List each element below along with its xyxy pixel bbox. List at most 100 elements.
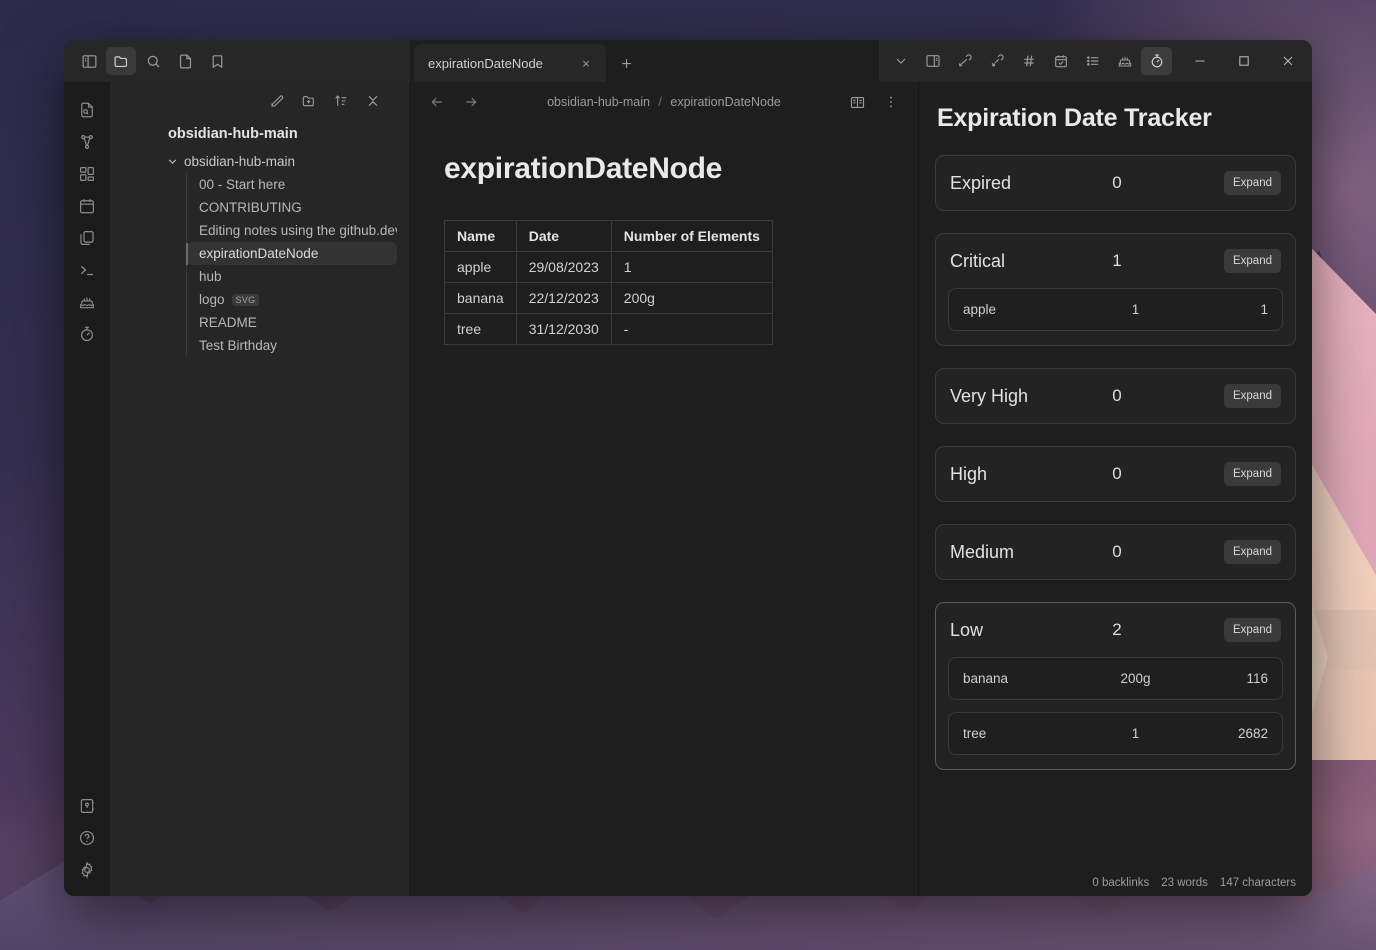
status-backlinks[interactable]: 0 backlinks — [1092, 877, 1149, 889]
terminal-icon[interactable] — [71, 254, 103, 286]
new-tab-button[interactable] — [612, 48, 640, 78]
link-incoming-icon[interactable] — [949, 47, 980, 75]
sort-order-icon[interactable] — [327, 88, 355, 114]
birthday-cake-icon[interactable] — [71, 286, 103, 318]
markdown-table: Name Date Number of Elements apple 29/08/20… — [444, 220, 773, 345]
window-body: obsidian-hub-main obsidian-hub-main 00 -… — [64, 82, 1312, 896]
collapse-all-icon[interactable] — [359, 88, 387, 114]
search-icon[interactable] — [138, 47, 168, 75]
window-controls — [1178, 40, 1310, 82]
table-cell: 29/08/2023 — [515, 251, 612, 283]
book-open-icon[interactable] — [844, 89, 870, 115]
tracker-group-count: 1 — [1112, 251, 1122, 270]
new-folder-icon[interactable] — [295, 88, 323, 114]
status-words: 23 words — [1161, 877, 1208, 889]
editor-pane: obsidian-hub-main / expirationDateNode e… — [410, 82, 919, 896]
tracker-group-list: Expired 0 Expand Critical 1 Expand apple 1 1 Very… — [935, 155, 1296, 770]
file-extension-badge: SVG — [231, 293, 260, 306]
breadcrumb-root[interactable]: obsidian-hub-main — [547, 95, 650, 109]
tracker-item-middle: 200g — [1120, 671, 1151, 686]
expand-button[interactable]: Expand — [1223, 249, 1281, 273]
arrow-right-icon[interactable] — [458, 89, 484, 115]
tracker-group-card: High 0 Expand — [935, 446, 1296, 502]
close-button[interactable] — [1266, 40, 1310, 82]
new-note-icon[interactable] — [263, 88, 291, 114]
chevron-down-icon[interactable] — [885, 47, 916, 75]
timer-icon[interactable] — [1141, 47, 1172, 75]
tree-file-item[interactable]: README — [187, 311, 397, 334]
tracker-group-label: Low — [950, 619, 984, 640]
table-cell: 200g — [610, 282, 773, 314]
tree-file-item[interactable]: expirationDateNode — [187, 242, 397, 265]
tree-file-item[interactable]: Editing notes using the github.dev ed… — [187, 219, 397, 242]
arrow-left-icon[interactable] — [424, 89, 450, 115]
tracker-group-header: Expired 0 Expand — [936, 156, 1295, 210]
tracker-item-row[interactable]: banana 200g 116 — [948, 657, 1283, 700]
breadcrumb-separator: / — [658, 95, 662, 109]
link-outgoing-icon[interactable] — [981, 47, 1012, 75]
file-search-icon[interactable] — [71, 94, 103, 126]
copy-files-icon[interactable] — [71, 222, 103, 254]
expand-button[interactable]: Expand — [1223, 618, 1281, 642]
breadcrumb[interactable]: obsidian-hub-main / expirationDateNode — [492, 95, 836, 109]
tracker-item-middle: 1 — [1131, 726, 1140, 741]
maximize-button[interactable] — [1222, 40, 1266, 82]
editor-content[interactable]: expirationDateNode Name Date Number of Ele… — [410, 122, 918, 345]
table-header-cell: Date — [515, 220, 612, 252]
tracker-item-name: banana — [963, 671, 1009, 686]
toggle-left-sidebar-icon[interactable] — [74, 47, 104, 75]
plugin-icon-group — [879, 47, 1178, 75]
minimize-button[interactable] — [1178, 40, 1222, 82]
tracker-item-right: 1 — [1260, 302, 1268, 317]
bookmark-icon[interactable] — [202, 47, 232, 75]
tracker-group-card: Medium 0 Expand — [935, 524, 1296, 580]
table-row: tree 31/12/2030- — [444, 313, 773, 345]
folder-icon[interactable] — [106, 47, 136, 75]
tree-file-item[interactable]: hub — [187, 265, 397, 288]
explorer-toolbar — [110, 82, 409, 120]
birthday-cake-icon[interactable] — [1109, 47, 1140, 75]
tracker-group-header: Critical 1 Expand — [936, 234, 1295, 288]
tree-file-label: expirationDateNode — [199, 246, 319, 261]
timer-icon[interactable] — [71, 318, 103, 350]
tracker-group-count: 0 — [1112, 173, 1122, 192]
list-icon[interactable] — [1077, 47, 1108, 75]
tracker-group-header: Medium 0 Expand — [936, 525, 1295, 579]
breadcrumb-leaf[interactable]: expirationDateNode — [670, 95, 781, 109]
expand-button[interactable]: Expand — [1223, 384, 1281, 408]
toggle-right-sidebar-icon[interactable] — [917, 47, 948, 75]
tab-expirationdatenode[interactable]: expirationDateNode × — [414, 44, 606, 82]
hash-icon[interactable] — [1013, 47, 1044, 75]
tree-file-item[interactable]: Test Birthday — [187, 334, 397, 357]
help-icon[interactable] — [71, 822, 103, 854]
tracker-item-row[interactable]: apple 1 1 — [948, 288, 1283, 331]
tree-file-item[interactable]: logo SVG — [187, 288, 397, 311]
tree-file-item[interactable]: CONTRIBUTING — [187, 196, 397, 219]
tracker-item-row[interactable]: tree 1 2682 — [948, 712, 1283, 755]
expand-button[interactable]: Expand — [1223, 462, 1281, 486]
tree-file-item[interactable]: 00 - Start here — [187, 173, 397, 196]
expiration-tracker-panel: Expiration Date Tracker Expired 0 Expand Cr… — [919, 82, 1312, 896]
tracker-item-name: tree — [963, 726, 987, 741]
table-cell: 1 — [610, 251, 773, 283]
vault-switcher-icon[interactable] — [71, 790, 103, 822]
desktop-background: expirationDateNode × obsidian-hub-main o… — [0, 0, 1376, 950]
graph-view-icon[interactable] — [71, 126, 103, 158]
editor-header: obsidian-hub-main / expirationDateNode — [410, 82, 918, 122]
calendar-icon[interactable] — [71, 190, 103, 222]
tracker-group-label: Very High — [950, 385, 1029, 406]
page-title: expirationDateNode — [444, 152, 722, 185]
settings-gear-icon[interactable] — [71, 854, 103, 886]
more-vertical-icon[interactable] — [878, 89, 904, 115]
close-icon[interactable]: × — [576, 53, 596, 73]
tracker-group-card: Expired 0 Expand — [935, 155, 1296, 211]
expand-button[interactable]: Expand — [1223, 540, 1281, 564]
table-header-row: Name Date Number of Elements — [444, 220, 773, 252]
tracker-group-header: High 0 Expand — [936, 447, 1295, 501]
file-icon[interactable] — [170, 47, 200, 75]
canvas-icon[interactable] — [71, 158, 103, 190]
tracker-group-count: 2 — [1112, 620, 1122, 639]
expand-button[interactable]: Expand — [1223, 171, 1281, 195]
calendar-check-icon[interactable] — [1045, 47, 1076, 75]
tree-folder-root[interactable]: obsidian-hub-main — [110, 150, 409, 173]
